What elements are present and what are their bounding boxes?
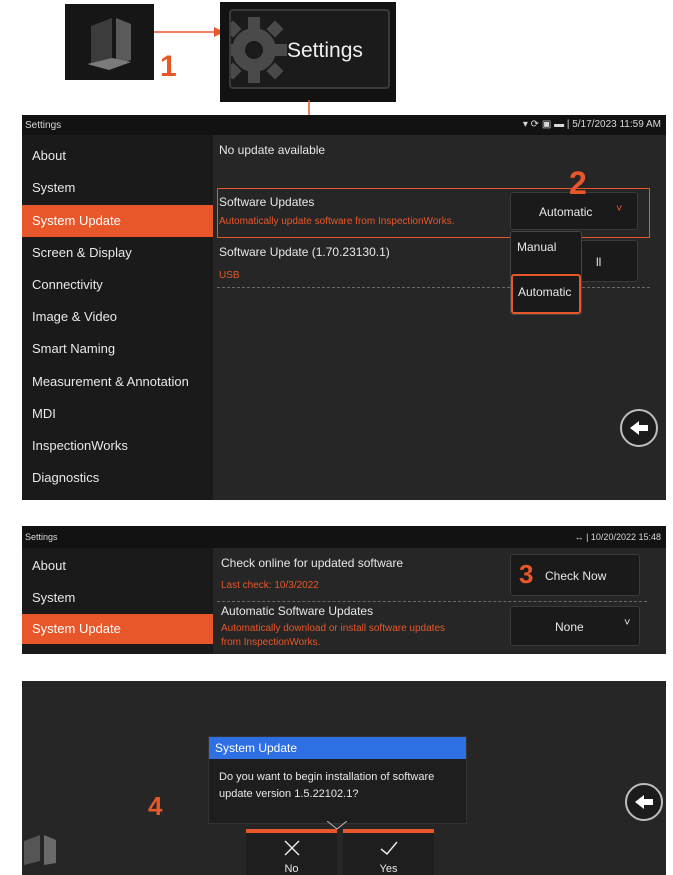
last-check-text: Last check: 10/3/2022: [221, 580, 319, 591]
sidebar-item-system-update[interactable]: System Update: [22, 205, 213, 237]
yes-button-label: Yes: [379, 863, 398, 875]
automatic-updates-description-2: from InspectionWorks.: [221, 637, 321, 648]
sidebar-item-system-update[interactable]: System Update: [22, 614, 213, 644]
row-divider: [217, 601, 647, 602]
arrow-left-icon: [635, 795, 653, 809]
software-updates-selected: Automatic: [539, 205, 593, 219]
sidebar-item-about[interactable]: About: [22, 550, 213, 582]
status-bar: Settings ▾ ⟳ ▣ ▬ | 5/17/2023 11:59 AM: [22, 115, 666, 135]
sidebar-item-connectivity[interactable]: Connectivity: [22, 269, 213, 301]
sidebar-item-inspectionworks[interactable]: InspectionWorks: [22, 430, 213, 462]
no-update-text: No update available: [219, 143, 326, 157]
menu-option-automatic-box[interactable]: Automatic: [511, 274, 581, 314]
checkmark-icon: [380, 841, 398, 856]
sidebar-item-measurement[interactable]: Measurement & Annotation: [22, 366, 213, 398]
dialog-message-line1: Do you want to begin installation of sof…: [219, 771, 435, 783]
sidebar-item-diagnostics[interactable]: Diagnostics: [22, 462, 213, 494]
install-button-label: ll: [596, 255, 602, 269]
status-datetime: 5/17/2023 11:59 AM: [572, 119, 661, 130]
settings-tile-label: Settings: [287, 39, 363, 62]
row-divider: [217, 287, 650, 288]
automatic-updates-description-1: Automatically download or install softwa…: [221, 623, 446, 634]
step-3-callout: 3: [519, 559, 534, 589]
software-updates-label: Software Updates: [219, 195, 315, 209]
software-updates-description: Automatically update software from Inspe…: [219, 216, 455, 227]
menu-option-automatic: Automatic: [518, 285, 572, 299]
app-logo-icon: [24, 835, 56, 865]
sync-icon: ⟳: [530, 119, 540, 130]
software-update-usb-label: Software Update (1.70.23130.1): [219, 245, 390, 259]
automatic-updates-select[interactable]: None ˅: [510, 606, 640, 646]
wifi-icon: ▾: [522, 119, 528, 130]
status-datetime: 10/20/2022 15:48: [590, 532, 661, 542]
sidebar-item-mdi[interactable]: MDI: [22, 398, 213, 430]
no-button-label: No: [284, 863, 299, 875]
settings-screen-check-updates: Settings ↔ | 10/20/2022 15:48 About Syst…: [22, 526, 666, 654]
sidebar-item-system[interactable]: System: [22, 172, 213, 204]
app-tile[interactable]: [65, 4, 154, 80]
close-icon: [284, 840, 300, 856]
sidebar-item-system[interactable]: System: [22, 582, 213, 614]
sidebar-item-image-video[interactable]: Image & Video: [22, 301, 213, 333]
sidebar-item-about[interactable]: About: [22, 140, 213, 172]
status-title: Settings: [25, 120, 62, 131]
status-right: ▾ ⟳ ▣ ▬ | 5/17/2023 11:59 AM: [522, 119, 661, 130]
step-1-callout: 1: [160, 50, 177, 83]
chevron-down-icon: ˅: [624, 617, 631, 629]
system-update-dialog-screen: 4 System Update Do you want to begin ins…: [22, 681, 666, 875]
app-logo-icon: [87, 18, 131, 70]
system-update-dialog: System Update Do you want to begin insta…: [208, 736, 467, 824]
yes-button[interactable]: Yes: [343, 829, 434, 875]
software-update-source: USB: [219, 270, 240, 281]
software-updates-menu: Manual Automatic: [510, 231, 582, 315]
settings-sidebar: About System System Update: [22, 548, 213, 654]
check-online-label: Check online for updated software: [221, 556, 404, 570]
dialog-message: Do you want to begin installation of sof…: [219, 769, 459, 803]
arrow-left-icon: [630, 421, 648, 435]
step-2-callout: 2: [569, 165, 587, 201]
battery-icon: ▬: [554, 119, 565, 130]
settings-sidebar: About System System Update Screen & Disp…: [22, 135, 213, 500]
sidebar-item-screen-display[interactable]: Screen & Display: [22, 237, 213, 269]
automatic-updates-label: Automatic Software Updates: [221, 604, 374, 618]
no-button[interactable]: No: [246, 829, 337, 875]
gear-icon: [231, 17, 287, 83]
status-right: ↔ | 10/20/2022 15:48: [574, 532, 661, 542]
step-4-callout: 4: [148, 791, 163, 821]
back-button[interactable]: [620, 409, 658, 447]
usb-link-icon: ↔: [574, 532, 584, 542]
automatic-updates-selected: None: [555, 620, 584, 634]
settings-screen-system-update: Settings ▾ ⟳ ▣ ▬ | 5/17/2023 11:59 AM Ab…: [22, 115, 666, 500]
chevron-down-icon: ˅: [616, 203, 623, 215]
battery-charging-icon: ▣: [541, 119, 552, 130]
status-bar: Settings ↔ | 10/20/2022 15:48: [22, 526, 666, 548]
settings-tile[interactable]: Settings: [220, 2, 396, 102]
back-button[interactable]: [625, 783, 663, 821]
menu-option-manual[interactable]: Manual: [517, 240, 556, 254]
dialog-title: System Update: [209, 737, 466, 759]
sidebar-item-smart-naming[interactable]: Smart Naming: [22, 333, 213, 365]
dialog-message-line2: update version 1.5.22102.1?: [219, 788, 359, 800]
arrow-step1-icon: [154, 27, 224, 37]
check-now-label: Check Now: [545, 569, 607, 583]
status-title: Settings: [25, 532, 58, 542]
